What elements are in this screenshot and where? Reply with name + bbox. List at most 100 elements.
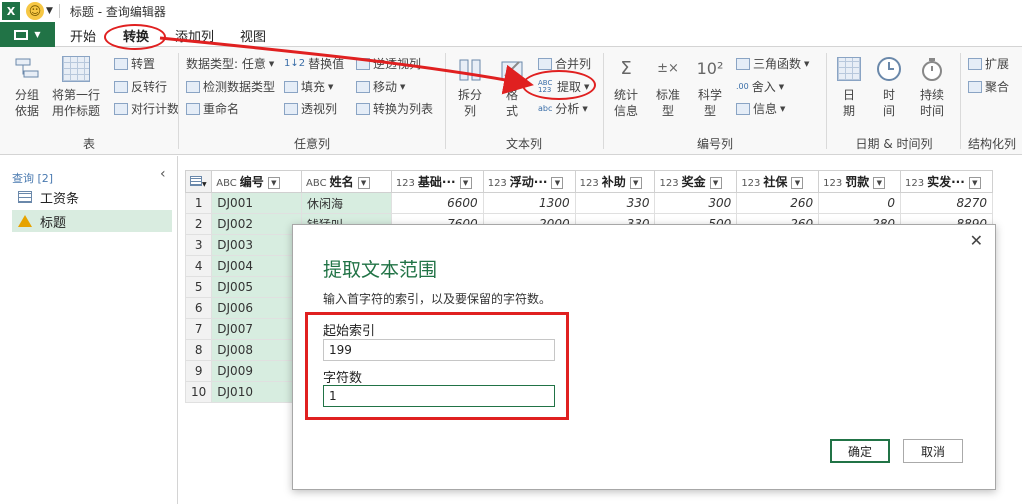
query-item-title[interactable]: 标题 bbox=[12, 210, 172, 232]
column-header[interactable]: 123 罚款 ▼ bbox=[818, 170, 901, 193]
file-menu-button[interactable]: ▼ bbox=[0, 22, 55, 47]
parse-button[interactable]: abc 分析 ▼ bbox=[538, 100, 588, 117]
cell[interactable]: DJ009 bbox=[211, 360, 303, 382]
cell[interactable]: 休闲海 bbox=[301, 192, 392, 214]
merge-icon bbox=[538, 57, 552, 70]
reverse-rows-icon bbox=[114, 80, 128, 93]
cell[interactable]: DJ004 bbox=[211, 255, 303, 277]
column-header[interactable]: 123 社保 ▼ bbox=[736, 170, 820, 193]
tab-home[interactable]: 开始 bbox=[70, 26, 96, 45]
column-header[interactable]: 123 奖金 ▼ bbox=[654, 170, 738, 193]
detect-type-button[interactable]: 检测数据类型 bbox=[186, 78, 275, 95]
cell[interactable]: 0 bbox=[818, 192, 901, 214]
cell[interactable]: 330 bbox=[574, 192, 656, 214]
cell[interactable]: 1300 bbox=[482, 192, 576, 214]
replace-label: 替换值 bbox=[308, 57, 345, 71]
unpivot-button[interactable]: 逆透视列 bbox=[356, 55, 421, 72]
column-header[interactable]: 123 浮动··· ▼ bbox=[482, 170, 576, 193]
transpose-button[interactable]: 转置 bbox=[114, 55, 155, 72]
column-filter-icon[interactable]: ▼ bbox=[709, 176, 722, 189]
move-icon bbox=[356, 80, 370, 93]
cell[interactable]: 300 bbox=[654, 192, 738, 214]
column-filter-icon[interactable]: ▼ bbox=[551, 176, 564, 189]
column-filter-icon[interactable]: ▼ bbox=[791, 176, 804, 189]
divider bbox=[178, 53, 179, 149]
fill-button[interactable]: 填充 ▼ bbox=[284, 78, 333, 95]
expand-button[interactable]: 扩展 bbox=[968, 55, 1009, 72]
queries-pane: 查询 [2] ‹ 工资条 标题 bbox=[0, 156, 178, 504]
window-title: 标题 - 查询编辑器 bbox=[69, 4, 166, 19]
count-rows-button[interactable]: 对行计数 bbox=[114, 100, 179, 117]
column-filter-icon[interactable]: ▼ bbox=[459, 176, 472, 189]
cell[interactable]: DJ007 bbox=[211, 318, 303, 340]
column-header[interactable]: 123 补助 ▼ bbox=[574, 170, 656, 193]
rename-button[interactable]: 重命名 bbox=[186, 100, 239, 117]
scientific-button[interactable]: 10² 科学 型 bbox=[692, 55, 728, 119]
fill-icon bbox=[284, 80, 298, 93]
transpose-icon bbox=[114, 57, 128, 70]
column-filter-icon[interactable]: ▼ bbox=[267, 176, 280, 189]
standard-button[interactable]: ±× 标准 型 bbox=[650, 55, 686, 119]
cell[interactable]: DJ005 bbox=[211, 276, 303, 298]
close-icon[interactable]: ✕ bbox=[970, 231, 983, 250]
ok-button[interactable]: 确定 bbox=[830, 439, 890, 463]
table-row[interactable]: 1 DJ001 休闲海 6600 1300 330 300 260 0 8270 bbox=[184, 192, 993, 214]
tab-add-column[interactable]: 添加列 bbox=[175, 26, 214, 45]
statistics-button[interactable]: Σ 统计 信息 bbox=[608, 55, 644, 119]
table-menu-icon[interactable]: ▼ bbox=[184, 170, 213, 193]
cell[interactable]: DJ008 bbox=[211, 339, 303, 361]
arithmetic-icon: ±× bbox=[657, 61, 679, 76]
info-button[interactable]: 信息 ▼ bbox=[736, 100, 785, 117]
column-filter-icon[interactable]: ▼ bbox=[357, 176, 370, 189]
title-bar: X ☺ ▼ 标题 - 查询编辑器 bbox=[0, 0, 1022, 22]
standard-label: 标准 bbox=[655, 88, 680, 102]
tab-view[interactable]: 视图 bbox=[240, 26, 266, 45]
cell[interactable]: DJ001 bbox=[211, 192, 303, 214]
date-button[interactable]: 日 期 bbox=[832, 55, 866, 119]
column-filter-icon[interactable]: ▼ bbox=[873, 176, 886, 189]
column-name: 奖金 bbox=[681, 175, 706, 189]
split-label: 拆分 bbox=[457, 88, 482, 102]
row-number: 6 bbox=[184, 297, 213, 319]
duration-label: 持续 bbox=[919, 88, 944, 102]
move-button[interactable]: 移动 ▼ bbox=[356, 78, 405, 95]
query-item-salary[interactable]: 工资条 bbox=[12, 186, 172, 208]
replace-values-button[interactable]: 1↓2 替换值 bbox=[284, 55, 344, 72]
duration-button[interactable]: 持续 时间 bbox=[912, 55, 952, 119]
smiley-icon[interactable]: ☺ bbox=[26, 2, 44, 20]
time-label: 时 bbox=[882, 88, 895, 102]
cell[interactable]: DJ002 bbox=[211, 213, 303, 235]
rename-label: 重命名 bbox=[203, 102, 240, 116]
column-header[interactable]: 123 基础··· ▼ bbox=[390, 170, 484, 193]
quick-access-dropdown-icon[interactable]: ▼ bbox=[46, 6, 53, 16]
to-list-button[interactable]: 转换为列表 bbox=[356, 100, 433, 117]
column-header[interactable]: ABC 姓名 ▼ bbox=[301, 170, 392, 193]
group-by-button[interactable]: 分组 依据 bbox=[8, 55, 46, 119]
reverse-rows-button[interactable]: 反转行 bbox=[114, 78, 167, 95]
column-header[interactable]: 123 实发··· ▼ bbox=[900, 170, 993, 193]
cell[interactable]: DJ010 bbox=[211, 381, 303, 403]
time-button[interactable]: 时 间 bbox=[872, 55, 906, 119]
row-number: 3 bbox=[184, 234, 213, 256]
column-filter-icon[interactable]: ▼ bbox=[968, 176, 981, 189]
replace-icon: 1↓2 bbox=[284, 58, 306, 69]
cell[interactable]: DJ003 bbox=[211, 234, 303, 256]
split-column-button[interactable]: 拆分 列 bbox=[452, 55, 488, 119]
trig-button[interactable]: 三角函数 ▼ bbox=[736, 55, 809, 72]
cell[interactable]: DJ006 bbox=[211, 297, 303, 319]
parse-icon: abc bbox=[538, 104, 553, 113]
row-number: 4 bbox=[184, 255, 213, 277]
data-type-dropdown[interactable]: 数据类型: 任意 ▼ bbox=[186, 55, 274, 72]
cancel-button[interactable]: 取消 bbox=[903, 439, 963, 463]
first-row-header-button[interactable]: 将第一行 用作标题 bbox=[48, 55, 104, 119]
cell[interactable]: 8270 bbox=[900, 192, 993, 214]
collapse-pane-icon[interactable]: ‹ bbox=[160, 166, 166, 182]
cell[interactable]: 6600 bbox=[390, 192, 484, 214]
aggregate-button[interactable]: 聚合 bbox=[968, 78, 1009, 95]
column-filter-icon[interactable]: ▼ bbox=[629, 176, 642, 189]
row-number: 1 bbox=[184, 192, 213, 214]
column-header[interactable]: ABC 编号 ▼ bbox=[211, 170, 303, 193]
pivot-button[interactable]: 透视列 bbox=[284, 100, 337, 117]
cell[interactable]: 260 bbox=[736, 192, 820, 214]
round-button[interactable]: .00 舍入 ▼ bbox=[736, 78, 784, 95]
